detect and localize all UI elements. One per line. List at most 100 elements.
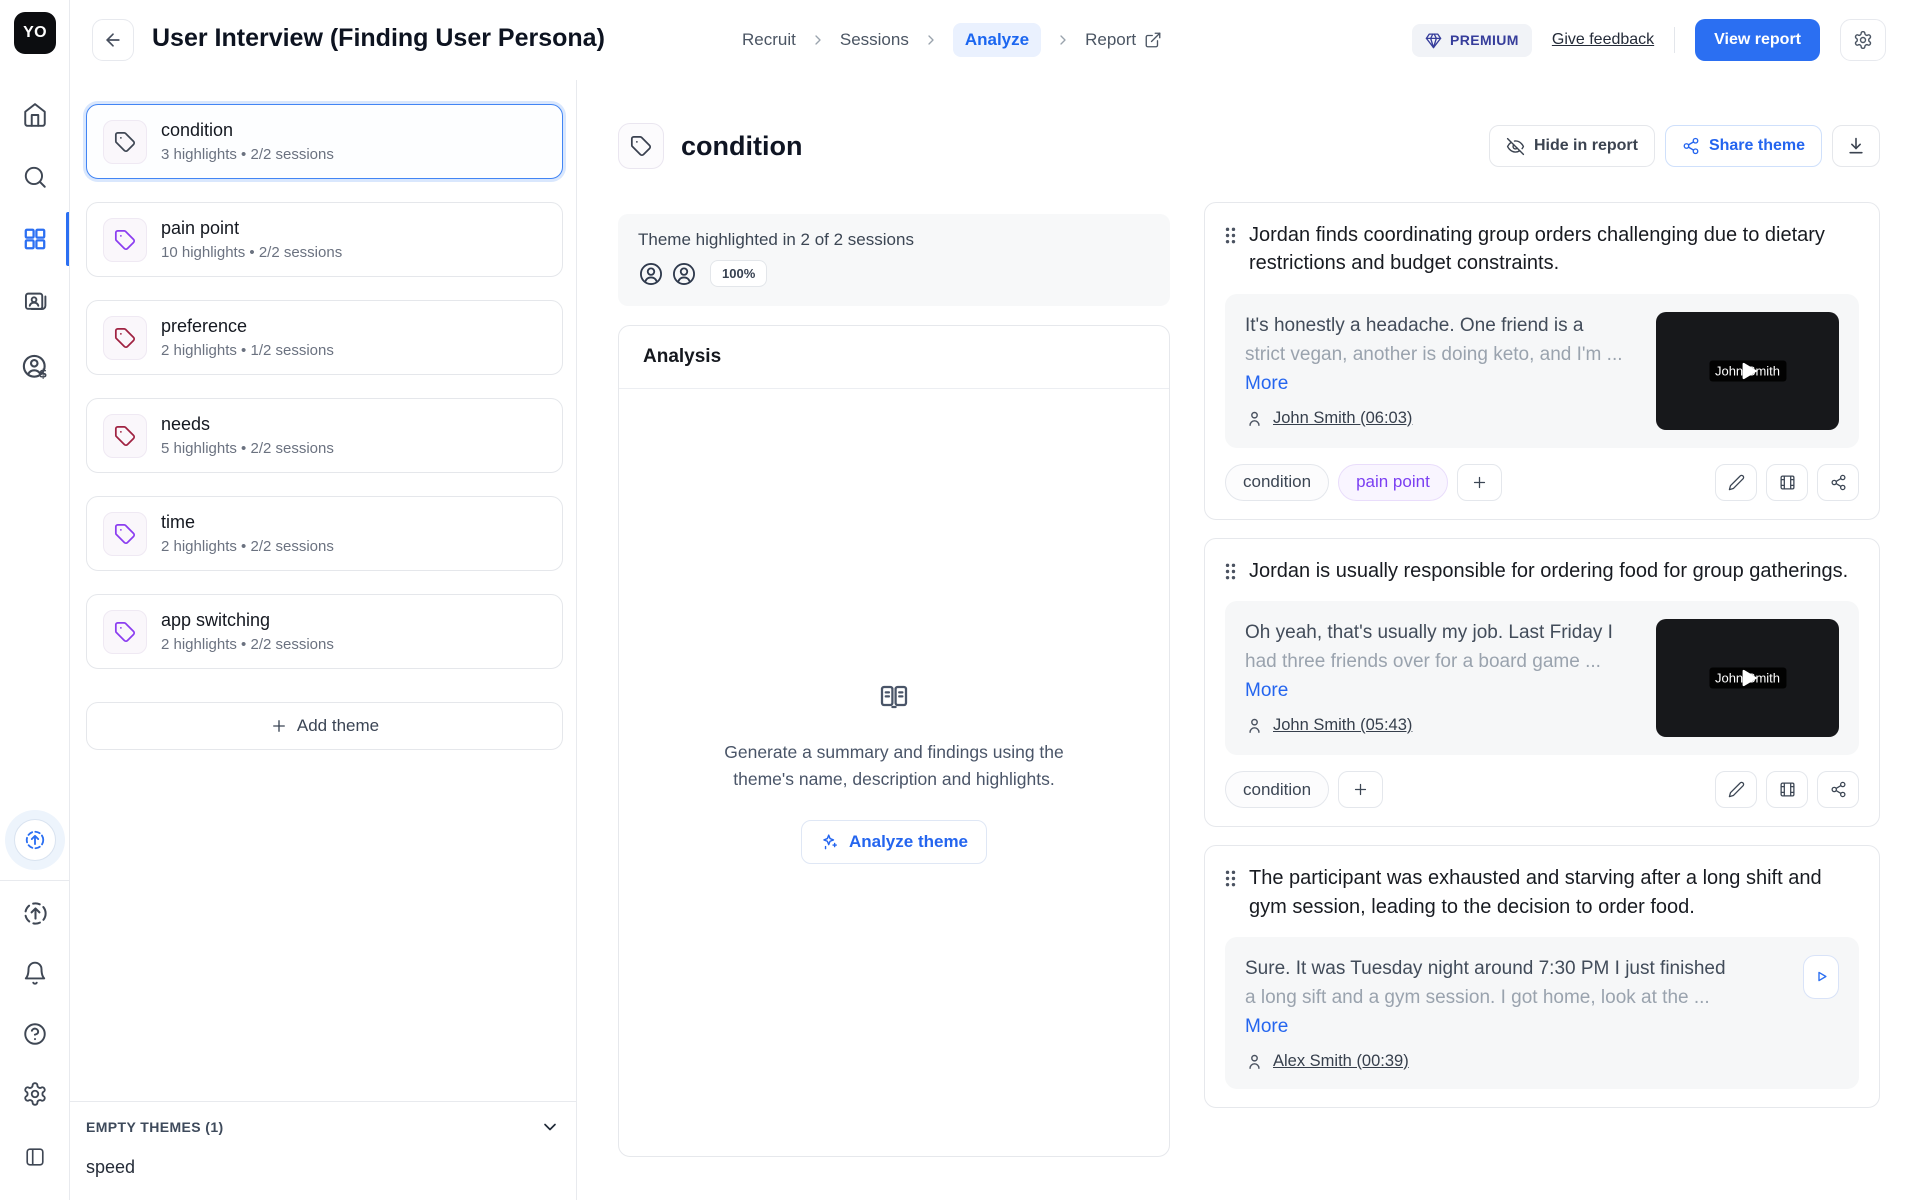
upload-icon[interactable]	[0, 890, 70, 936]
theme-toolbar: condition Hide in report Share theme	[618, 122, 1880, 170]
analyze-theme-button[interactable]: Analyze theme	[801, 820, 987, 864]
more-link[interactable]: More	[1245, 1016, 1288, 1038]
theme-name: time	[161, 512, 334, 533]
speaker-timestamp-link[interactable]: Alex Smith (00:39)	[1273, 1052, 1409, 1071]
premium-label: PREMIUM	[1450, 32, 1519, 48]
theme-name: needs	[161, 414, 334, 435]
theme-card-pain-point[interactable]: pain point 10 highlights • 2/2 sessions	[86, 202, 563, 277]
highlight-card: Jordan is usually responsible for orderi…	[1204, 538, 1880, 827]
drag-handle-icon[interactable]	[1225, 563, 1236, 580]
share-highlight-icon[interactable]	[1817, 464, 1859, 501]
download-icon[interactable]	[1832, 125, 1880, 167]
quote-text: Sure. It was Tuesday night around 7:30 P…	[1245, 955, 1787, 984]
empty-themes-label: EMPTY THEMES (1)	[86, 1119, 224, 1135]
chevron-down-icon	[540, 1117, 560, 1137]
theme-name: preference	[161, 316, 334, 337]
quote-block: It's honestly a headache. One friend is …	[1225, 294, 1859, 448]
tag-icon	[103, 512, 147, 556]
share-theme-button[interactable]: Share theme	[1665, 125, 1822, 167]
theme-card-app-switching[interactable]: app switching 2 highlights • 2/2 session…	[86, 594, 563, 669]
sessions-banner-text: Theme highlighted in 2 of 2 sessions	[638, 230, 1150, 250]
theme-name: condition	[161, 120, 334, 141]
person-icon	[1245, 716, 1264, 735]
chevron-right-icon	[810, 32, 826, 48]
theme-card-time[interactable]: time 2 highlights • 2/2 sessions	[86, 496, 563, 571]
theme-card-needs[interactable]: needs 5 highlights • 2/2 sessions	[86, 398, 563, 473]
workspace-logo[interactable]: YO	[14, 12, 56, 54]
video-clip-icon[interactable]	[1766, 464, 1808, 501]
back-button[interactable]	[92, 19, 134, 61]
more-link[interactable]: More	[1245, 680, 1288, 702]
view-report-button[interactable]: View report	[1695, 19, 1820, 61]
play-icon	[1814, 969, 1829, 984]
themes-grid-icon[interactable]	[0, 216, 70, 262]
breadcrumb-sessions[interactable]: Sessions	[840, 30, 909, 50]
plus-icon	[270, 717, 288, 735]
add-theme-label: Add theme	[297, 716, 379, 736]
chevron-right-icon	[923, 32, 939, 48]
person-icon	[1245, 409, 1264, 428]
share-highlight-icon[interactable]	[1817, 771, 1859, 808]
participants-card-icon[interactable]	[0, 278, 70, 324]
theme-name: pain point	[161, 218, 342, 239]
notifications-bell-icon[interactable]	[0, 950, 70, 996]
settings-gear-icon[interactable]	[1840, 19, 1886, 61]
play-icon	[1735, 665, 1761, 691]
edit-highlight-icon[interactable]	[1715, 464, 1757, 501]
add-tag-button[interactable]	[1338, 771, 1383, 808]
quote-text-faded: strict vegan, another is doing keto, and…	[1245, 341, 1640, 370]
edit-highlight-icon[interactable]	[1715, 771, 1757, 808]
empty-themes-section: EMPTY THEMES (1) speed	[70, 1101, 576, 1200]
drag-handle-icon[interactable]	[1225, 870, 1236, 887]
participant-avatar-icon[interactable]	[671, 261, 697, 287]
play-audio-button[interactable]	[1803, 955, 1839, 999]
video-thumbnail[interactable]: John Smith	[1656, 312, 1839, 430]
collapse-panel-icon[interactable]	[0, 1134, 70, 1180]
premium-badge[interactable]: PREMIUM	[1412, 24, 1532, 57]
breadcrumb-report[interactable]: Report	[1085, 30, 1162, 50]
theme-title: condition	[681, 131, 802, 162]
share-icon	[1682, 137, 1700, 155]
breadcrumb-recruit[interactable]: Recruit	[742, 30, 796, 50]
import-status-button[interactable]	[5, 810, 65, 870]
theme-card-preference[interactable]: preference 2 highlights • 1/2 sessions	[86, 300, 563, 375]
add-theme-button[interactable]: Add theme	[86, 702, 563, 750]
add-tag-button[interactable]	[1457, 464, 1502, 501]
drag-handle-icon[interactable]	[1225, 227, 1236, 244]
empty-themes-toggle[interactable]: EMPTY THEMES (1)	[70, 1102, 576, 1137]
tag-pill-condition[interactable]: condition	[1225, 464, 1329, 501]
analysis-panel: Analysis Generate a summary and findings…	[618, 325, 1170, 1157]
analysis-empty-text: Generate a summary and findings using th…	[709, 739, 1079, 792]
breadcrumb-analyze[interactable]: Analyze	[953, 23, 1041, 57]
give-feedback-link[interactable]: Give feedback	[1552, 31, 1654, 49]
themes-sidebar: condition 3 highlights • 2/2 sessions pa…	[70, 80, 577, 1200]
video-thumbnail[interactable]: John Smith	[1656, 619, 1839, 737]
coverage-percent-badge: 100%	[710, 260, 767, 287]
plus-icon	[1471, 474, 1488, 491]
more-link[interactable]: More	[1245, 373, 1288, 395]
home-icon[interactable]	[0, 92, 70, 138]
video-clip-icon[interactable]	[1766, 771, 1808, 808]
analyze-theme-label: Analyze theme	[849, 832, 968, 852]
external-link-icon	[1144, 31, 1162, 49]
empty-theme-speed[interactable]: speed	[70, 1137, 576, 1200]
search-icon[interactable]	[0, 154, 70, 200]
left-rail: YO $	[0, 0, 70, 1200]
breadcrumb-report-label: Report	[1085, 30, 1136, 50]
tag-pill-pain-point[interactable]: pain point	[1338, 464, 1448, 501]
tag-pill-condition[interactable]: condition	[1225, 771, 1329, 808]
person-icon	[1245, 1052, 1264, 1071]
participant-payments-icon[interactable]: $	[0, 344, 70, 390]
help-icon[interactable]	[0, 1011, 70, 1057]
settings-gear-icon[interactable]	[0, 1071, 70, 1117]
speaker-timestamp-link[interactable]: John Smith (05:43)	[1273, 716, 1412, 735]
speaker-timestamp-link[interactable]: John Smith (06:03)	[1273, 409, 1412, 428]
hide-in-report-button[interactable]: Hide in report	[1489, 125, 1655, 167]
share-theme-label: Share theme	[1709, 137, 1805, 155]
participant-avatar-icon[interactable]	[638, 261, 664, 287]
hide-in-report-label: Hide in report	[1534, 137, 1638, 155]
svg-text:$: $	[39, 367, 47, 381]
theme-meta: 10 highlights • 2/2 sessions	[161, 244, 342, 261]
theme-card-condition[interactable]: condition 3 highlights • 2/2 sessions	[86, 104, 563, 179]
gem-icon	[1425, 32, 1442, 49]
